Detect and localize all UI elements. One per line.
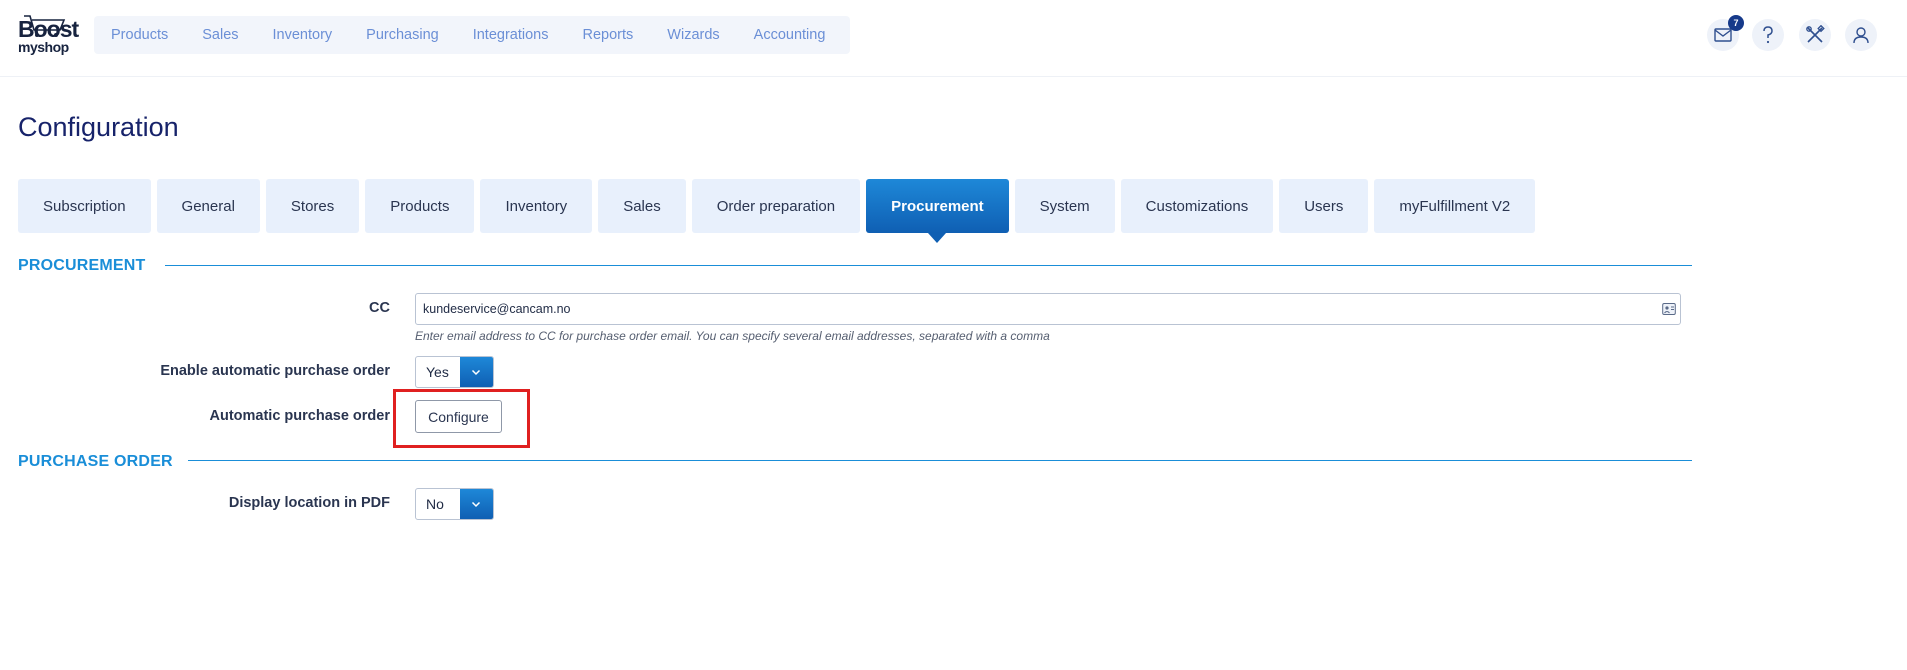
main-nav: Products Sales Inventory Purchasing Inte… — [94, 16, 851, 54]
tools-icon — [1806, 25, 1825, 43]
cc-email-input[interactable] — [415, 293, 1681, 325]
tab-subscription[interactable]: Subscription — [18, 179, 151, 233]
logo-text-myshop: myshop — [18, 39, 69, 55]
tab-procurement[interactable]: Procurement — [866, 179, 1009, 243]
nav-inventory[interactable]: Inventory — [256, 16, 350, 54]
boostmyshop-logo[interactable]: Boost myshop — [16, 14, 79, 55]
nav-accounting[interactable]: Accounting — [737, 16, 843, 54]
nav-reports[interactable]: Reports — [566, 16, 651, 54]
tab-stores[interactable]: Stores — [265, 179, 360, 233]
display-location-label: Display location in PDF — [228, 495, 390, 511]
chevron-down-icon — [472, 369, 481, 375]
contact-card-icon[interactable] — [1662, 302, 1676, 316]
tab-sales[interactable]: Sales — [598, 179, 686, 233]
dropdown-arrow[interactable] — [459, 489, 493, 519]
tab-myfulfillment-v2[interactable]: myFulfillment V2 — [1374, 179, 1536, 233]
auto-po-label: Enable automatic purchase order — [160, 363, 390, 379]
tab-system[interactable]: System — [1014, 179, 1115, 233]
nav-sales[interactable]: Sales — [185, 16, 255, 54]
nav-integrations[interactable]: Integrations — [456, 16, 566, 54]
question-icon — [1763, 26, 1773, 44]
logo-text-boost: Boost — [18, 16, 79, 42]
tools-button[interactable] — [1799, 19, 1831, 51]
mail-icon — [1714, 28, 1732, 42]
user-button[interactable] — [1845, 19, 1877, 51]
user-icon — [1853, 27, 1869, 44]
page-title: Configuration — [18, 112, 179, 142]
cc-label: CC — [369, 300, 390, 316]
dropdown-arrow[interactable] — [459, 357, 493, 387]
tab-products[interactable]: Products — [365, 179, 475, 233]
tab-general[interactable]: General — [156, 179, 260, 233]
cc-hint: Enter email address to CC for purchase o… — [415, 329, 1050, 343]
auto-po-select[interactable]: Yes — [415, 356, 494, 388]
messages-button[interactable]: 7 — [1707, 15, 1744, 51]
display-location-select[interactable]: No — [415, 488, 494, 520]
nav-purchasing[interactable]: Purchasing — [349, 16, 456, 54]
tab-order-preparation[interactable]: Order preparation — [691, 179, 861, 233]
tab-users[interactable]: Users — [1279, 179, 1369, 233]
mail-count-badge: 7 — [1728, 15, 1744, 31]
nav-products[interactable]: Products — [94, 16, 185, 54]
highlight-box — [393, 389, 530, 448]
auto-po-config-label: Automatic purchase order — [209, 408, 391, 424]
nav-wizards[interactable]: Wizards — [650, 16, 736, 54]
section-title-purchase-order: PURCHASE ORDER — [18, 453, 173, 470]
section-divider — [165, 265, 1692, 266]
top-bar: Boost myshop Products Sales Inventory Pu… — [0, 0, 1907, 77]
section-title-procurement: PROCUREMENT — [18, 257, 146, 274]
config-tabs: Subscription General Stores Products Inv… — [18, 179, 1541, 243]
display-location-value: No — [426, 496, 444, 512]
section-divider — [188, 460, 1692, 461]
tab-inventory[interactable]: Inventory — [480, 179, 593, 233]
tab-customizations[interactable]: Customizations — [1120, 179, 1274, 233]
chevron-down-icon — [472, 501, 481, 507]
auto-po-value: Yes — [426, 364, 449, 380]
help-button[interactable] — [1752, 19, 1784, 51]
